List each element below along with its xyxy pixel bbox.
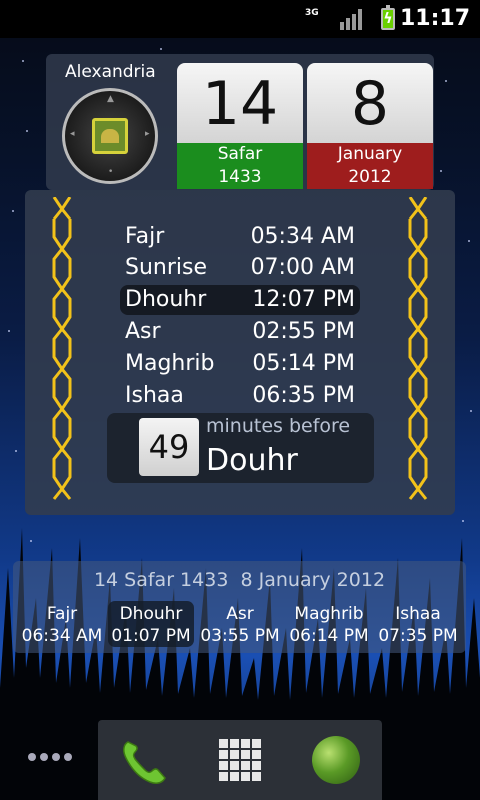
countdown-minutes: 49 — [139, 418, 199, 476]
hijri-year: 1433 — [218, 167, 262, 187]
prayer-row-maghrib: Maghrib 05:14 PM — [120, 349, 360, 379]
prayer-time: 05:14 PM — [252, 351, 355, 376]
strip-prayer-ishaa: Ishaa 07:35 PM — [375, 601, 461, 647]
gregorian-month: January — [337, 144, 403, 164]
strip-prayer-name: Dhouhr — [119, 604, 183, 624]
strip-prayer-name: Maghrib — [294, 604, 364, 624]
prayer-row-asr: Asr 02:55 PM — [120, 317, 360, 347]
phone-icon[interactable] — [118, 736, 170, 788]
prayer-name: Dhouhr — [125, 287, 207, 312]
hijri-day: 14 — [177, 63, 303, 143]
prayer-time: 06:35 PM — [252, 383, 355, 408]
app-drawer-icon[interactable] — [219, 739, 261, 781]
strip-prayer-maghrib: Maghrib 06:14 PM — [286, 601, 372, 647]
chain-ornament-left — [52, 197, 72, 500]
signal-bars-icon — [340, 8, 364, 30]
kaaba-icon — [92, 118, 128, 154]
qibla-compass-icon[interactable]: ▲ • ◂ ▸ — [62, 88, 158, 184]
prayer-row-dhouhr-current: Dhouhr 12:07 PM — [120, 285, 360, 315]
strip-prayer-name: Asr — [226, 604, 254, 624]
gregorian-date-card: 8 January 2012 — [307, 63, 433, 189]
prayer-row-sunrise: Sunrise 07:00 AM — [120, 253, 360, 283]
strip-prayer-time: 06:14 PM — [289, 626, 369, 646]
strip-prayer-time: 01:07 PM — [111, 626, 191, 646]
page-indicator-dots[interactable] — [28, 751, 76, 763]
prayer-name: Fajr — [125, 224, 165, 249]
globe-icon[interactable] — [312, 736, 360, 784]
prayer-name: Sunrise — [125, 255, 208, 280]
gregorian-month-year: January 2012 — [307, 143, 433, 189]
strip-prayer-time: 06:34 AM — [21, 626, 103, 646]
prayer-time: 07:00 AM — [250, 255, 355, 280]
status-clock: 11:17 — [399, 6, 470, 31]
prayer-time: 05:34 AM — [250, 224, 355, 249]
strip-prayer-time: 03:55 PM — [200, 626, 280, 646]
hijri-month-year: Safar 1433 — [177, 143, 303, 189]
network-type-label: 3G — [305, 8, 319, 18]
gregorian-day: 8 — [307, 63, 433, 143]
status-bar: 3G ϟ 11:17 — [0, 0, 480, 38]
city-name: Alexandria — [65, 62, 156, 82]
countdown-label: minutes before — [206, 415, 351, 437]
gregorian-year: 2012 — [348, 167, 392, 187]
strip-prayer-name: Ishaa — [395, 604, 441, 624]
prayer-row-ishaa: Ishaa 06:35 PM — [120, 381, 360, 411]
strip-prayer-name: Fajr — [46, 604, 78, 624]
countdown-prayer-name: Douhr — [206, 443, 298, 478]
prayer-time: 12:07 PM — [252, 287, 355, 312]
strip-date-line: 14 Safar 1433 8 January 2012 — [93, 569, 386, 591]
strip-prayer-asr: Asr 03:55 PM — [197, 601, 283, 647]
strip-prayer-dhouhr-current: Dhouhr 01:07 PM — [108, 601, 194, 647]
strip-prayer-fajr: Fajr 06:34 AM — [19, 601, 105, 647]
hijri-date-card: 14 Safar 1433 — [177, 63, 303, 189]
prayer-name: Ishaa — [125, 383, 184, 408]
prayer-name: Maghrib — [125, 351, 215, 376]
prayer-name: Asr — [125, 319, 161, 344]
chain-ornament-right — [408, 197, 428, 500]
strip-prayer-time: 07:35 PM — [378, 626, 458, 646]
hijri-month: Safar — [217, 144, 263, 164]
prayer-row-fajr: Fajr 05:34 AM — [120, 222, 360, 252]
battery-charging-icon: ϟ — [381, 5, 395, 30]
prayer-time: 02:55 PM — [252, 319, 355, 344]
